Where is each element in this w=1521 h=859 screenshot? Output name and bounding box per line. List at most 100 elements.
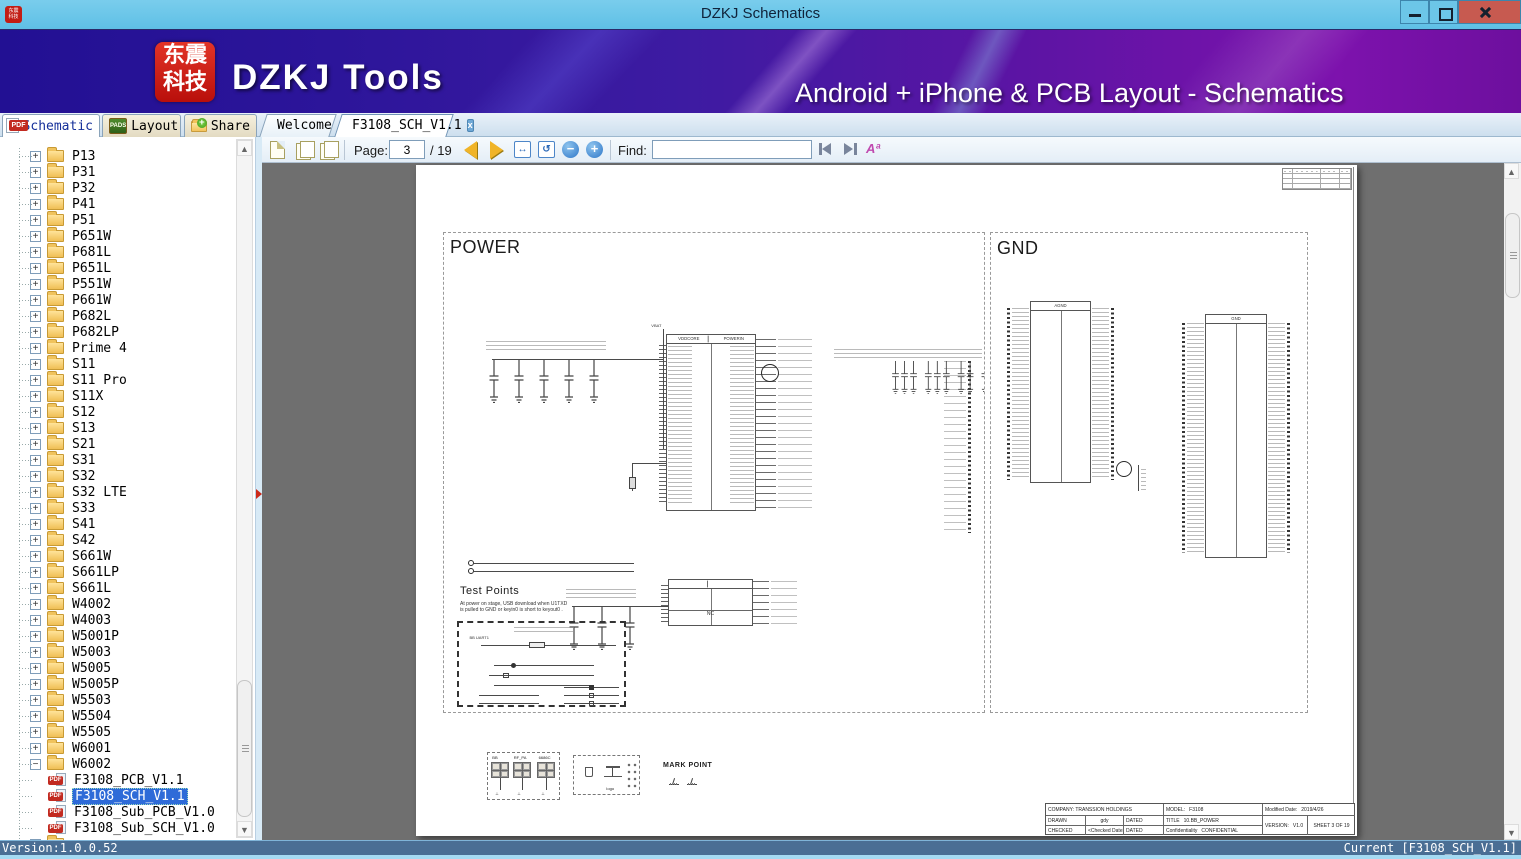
minimize-button[interactable] xyxy=(1400,0,1429,24)
tree-folder-p661w[interactable]: + P661W xyxy=(0,291,236,308)
facing-pages-icon[interactable] xyxy=(296,141,315,160)
continuous-pages-icon[interactable] xyxy=(320,141,339,160)
tree-folder-p651l[interactable]: + P651L xyxy=(0,259,236,276)
tree-folder-s12[interactable]: + S12 xyxy=(0,403,236,420)
tree-folder-p551w[interactable]: + P551W xyxy=(0,275,236,292)
agnd-block: AGND xyxy=(1030,301,1091,483)
tree-folder-s11-pro[interactable]: + S11 Pro xyxy=(0,371,236,388)
tree-folder-s11[interactable]: + S11 xyxy=(0,355,236,372)
tree-folder-p681l[interactable]: + P681L xyxy=(0,243,236,260)
tree-folder-w6001[interactable]: + W6001 xyxy=(0,739,236,756)
maximize-button[interactable] xyxy=(1429,0,1458,24)
tree-item-label: P41 xyxy=(72,196,96,212)
close-tab-icon[interactable]: x xyxy=(466,119,474,132)
find-input[interactable] xyxy=(652,140,812,159)
single-page-icon[interactable] xyxy=(270,141,285,159)
sidebar-scrollbar[interactable]: ▲ ▼ xyxy=(236,139,253,838)
tree-item-label: S42 xyxy=(72,532,96,548)
tab-layout[interactable]: PADS Layout xyxy=(102,114,181,137)
test-points-box: BB UART1 xyxy=(457,621,626,707)
find-next-icon[interactable] xyxy=(842,143,858,156)
tree-folder-s661w[interactable]: + S661W xyxy=(0,547,236,564)
folder-icon xyxy=(47,323,64,338)
tree-folder-w5005[interactable]: + W5005 xyxy=(0,659,236,676)
scroll-up-icon[interactable]: ▲ xyxy=(1504,163,1519,179)
tree-folder-w5005p[interactable]: + W5005P xyxy=(0,675,236,692)
tree-folder-s31[interactable]: + S31 xyxy=(0,451,236,468)
tree-file-f3108-pcb-v1-1[interactable]: PDF F3108_PCB_V1.1 xyxy=(0,772,236,788)
tree-item-label: W4003 xyxy=(72,612,112,628)
tree-folder-p651w[interactable]: + P651W xyxy=(0,227,236,244)
tree-item-label: S661L xyxy=(72,580,112,596)
folder-icon xyxy=(47,227,64,242)
page-number-input[interactable] xyxy=(389,140,425,159)
main-scroll-thumb[interactable] xyxy=(1505,213,1520,298)
tree-folder-s21[interactable]: + S21 xyxy=(0,435,236,452)
tab-schematic[interactable]: PDF Schematic xyxy=(2,114,100,137)
tree-folder-prime-4[interactable]: + Prime 4 xyxy=(0,339,236,356)
tree-folder-w6002[interactable]: − W6002 xyxy=(0,755,236,772)
doc-tab-welcome[interactable]: Welcome xyxy=(263,114,333,137)
tree-folder-p13[interactable]: + P13 xyxy=(0,147,236,164)
tree-item-label: P13 xyxy=(72,148,96,164)
sidebar-scroll-thumb[interactable] xyxy=(237,680,252,817)
folder-icon xyxy=(47,675,64,690)
pdf-page[interactable]: POWER VBAT VDDCORE POWERIN NC Test Point… xyxy=(416,165,1357,836)
tree-item-label: S33 xyxy=(72,500,96,516)
capacitor-bank-right xyxy=(834,361,984,401)
tree-folder-s32[interactable]: + S32 xyxy=(0,467,236,484)
zoom-in-icon[interactable]: + xyxy=(586,141,603,158)
tree-folder-w5001p[interactable]: + W5001P xyxy=(0,627,236,644)
scroll-down-icon[interactable]: ▼ xyxy=(237,821,252,837)
zoom-out-icon[interactable]: − xyxy=(562,141,579,158)
scroll-up-icon[interactable]: ▲ xyxy=(237,140,252,156)
tree-folder-p51[interactable]: + P51 xyxy=(0,211,236,228)
tree-folder-w4002[interactable]: + W4002 xyxy=(0,595,236,612)
folder-icon xyxy=(47,707,64,722)
fit-page-icon[interactable]: ↺ xyxy=(538,141,555,158)
find-previous-icon[interactable] xyxy=(818,143,834,156)
match-case-icon[interactable]: Aª xyxy=(866,141,880,156)
tree-folder-s13[interactable]: + S13 xyxy=(0,419,236,436)
tree-folder-w5003[interactable]: + W5003 xyxy=(0,643,236,660)
tree-folder-s42[interactable]: + S42 xyxy=(0,531,236,548)
viewer-content[interactable]: POWER VBAT VDDCORE POWERIN NC Test Point… xyxy=(262,163,1521,840)
tree-folder-p41[interactable]: + P41 xyxy=(0,195,236,212)
tab-share[interactable]: + Share xyxy=(184,114,257,137)
tree-folder-s11x[interactable]: + S11X xyxy=(0,387,236,404)
doc-tab-current[interactable]: F3108_SCH_V1.1 x xyxy=(338,114,474,137)
scroll-down-icon[interactable]: ▼ xyxy=(1504,824,1519,840)
close-button[interactable] xyxy=(1458,0,1521,24)
power-ic-lower: NC xyxy=(668,579,753,626)
tree-folder-s33[interactable]: + S33 xyxy=(0,499,236,516)
tree-item-label: W5504 xyxy=(72,708,112,724)
tree-item-label: S13 xyxy=(72,420,96,436)
tree-folder-w5505[interactable]: + W5505 xyxy=(0,723,236,740)
tree-folder-w5503[interactable]: + W5503 xyxy=(0,691,236,708)
tree-folder-s32-lte[interactable]: + S32 LTE xyxy=(0,483,236,500)
main-scrollbar[interactable]: ▲ ▼ xyxy=(1504,163,1521,840)
sheet-frame xyxy=(1353,167,1354,834)
tree-folder-s661l[interactable]: + S661L xyxy=(0,579,236,596)
tree-folder-s41[interactable]: + S41 xyxy=(0,515,236,532)
tree-folder-p31[interactable]: + P31 xyxy=(0,163,236,180)
folder-icon xyxy=(47,435,64,450)
tree-folder-s661lp[interactable]: + S661LP xyxy=(0,563,236,580)
page-label: Page: xyxy=(354,143,388,158)
tree-folder-w5504[interactable]: + W5504 xyxy=(0,707,236,724)
tree-file-f3108-sch-v1-1[interactable]: PDF F3108_SCH_V1.1 xyxy=(0,787,236,805)
tree-folder-p682l[interactable]: + P682L xyxy=(0,307,236,324)
tree-item-label: F3108_SCH_V1.1 xyxy=(72,787,188,805)
folder-icon xyxy=(47,371,64,386)
tree-item-label: Prime 4 xyxy=(72,340,127,356)
tree-folder-p32[interactable]: + P32 xyxy=(0,179,236,196)
tree-folder-w4003[interactable]: + W4003 xyxy=(0,611,236,628)
tree-item-label: S11 xyxy=(72,356,96,372)
fit-width-icon[interactable]: ↔ xyxy=(514,141,531,158)
prev-page-icon[interactable] xyxy=(464,141,477,159)
tree-file-f3108-sub-sch-v1-0[interactable]: PDF F3108_Sub_SCH_V1.0 xyxy=(0,820,236,836)
folder-icon xyxy=(47,163,64,178)
next-page-icon[interactable] xyxy=(490,141,503,159)
tree-file-f3108-sub-pcb-v1-0[interactable]: PDF F3108_Sub_PCB_V1.0 xyxy=(0,804,236,820)
tree-folder-p682lp[interactable]: + P682LP xyxy=(0,323,236,340)
